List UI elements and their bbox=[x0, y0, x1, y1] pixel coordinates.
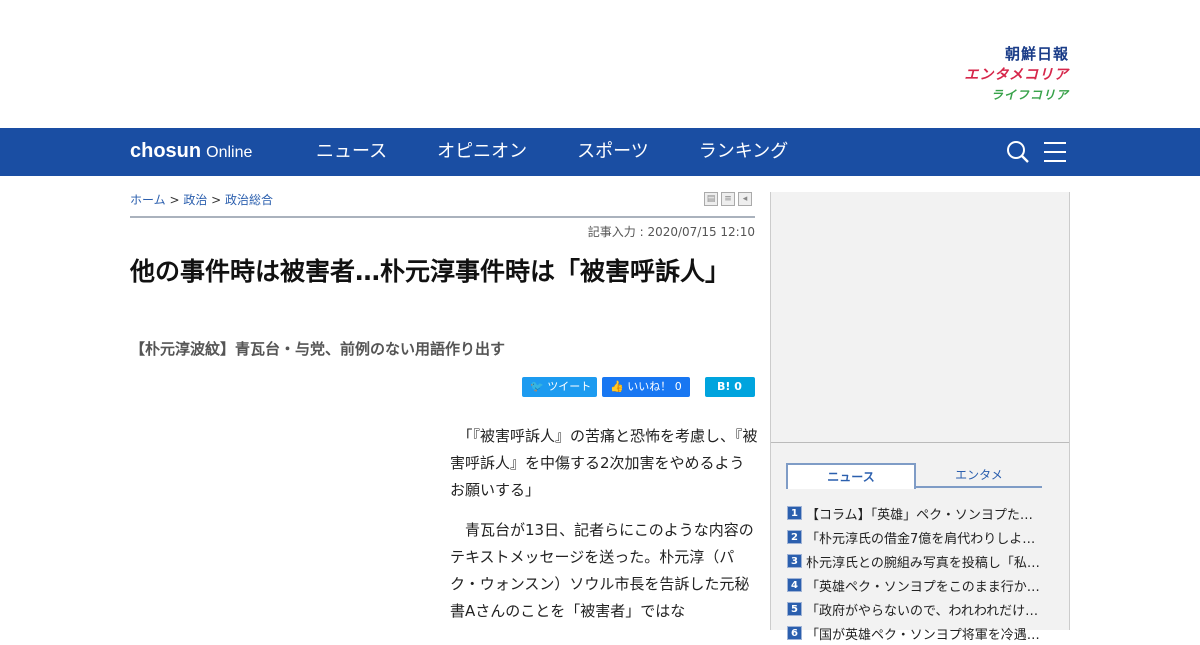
tweet-button[interactable]: 🐦 ツイート bbox=[522, 377, 597, 397]
nav-menu: ニュース オピニオン スポーツ ランキング bbox=[316, 128, 838, 176]
site-logo[interactable]: chosun Online bbox=[130, 128, 252, 176]
header-top: 朝鮮日報 エンタメコリア ライフコリア bbox=[0, 0, 1200, 128]
rank-number: 4 bbox=[787, 578, 802, 592]
rank-number: 6 bbox=[787, 626, 802, 640]
breadcrumb-section[interactable]: 政治 bbox=[183, 193, 207, 207]
sidebar: ニュース エンタメ 1 【コラム】「英雄」ペク・ソンヨプた… 2 「朴元淳氏の借金7… bbox=[770, 192, 1070, 643]
rank-number: 3 bbox=[787, 554, 802, 568]
ranking-item[interactable]: 6 「国が英雄ペク・ソンヨプ将軍を冷遇… bbox=[787, 621, 1052, 645]
text-icon[interactable]: ≡ bbox=[721, 192, 735, 206]
ranking-item[interactable]: 4 「英雄ペク・ソンヨプをこのまま行か… bbox=[787, 573, 1052, 597]
rank-title: 「国が英雄ペク・ソンヨプ将軍を冷遇… bbox=[806, 627, 1040, 643]
article-paragraph: 青瓦台が13日、記者らにこのような内容のテキストメッセージを送った。朴元淳（パク… bbox=[450, 521, 754, 620]
breadcrumb-sep: > bbox=[165, 193, 184, 207]
divider bbox=[130, 216, 755, 218]
tweet-label: ツイート bbox=[547, 380, 592, 393]
ranking-item[interactable]: 2 「朴元淳氏の借金7億を肩代わりしよ… bbox=[787, 525, 1052, 549]
brand-links: 朝鮮日報 エンタメコリア ライフコリア bbox=[929, 44, 1069, 104]
back-icon[interactable]: ◂ bbox=[738, 192, 752, 206]
rank-title: 【コラム】「英雄」ペク・ソンヨプた… bbox=[806, 507, 1033, 523]
rank-title: 「英雄ペク・ソンヨプをこのまま行か… bbox=[806, 579, 1040, 595]
article-title: 他の事件時は被害者…朴元淳事件時は「被害呼訴人」 bbox=[130, 257, 731, 286]
rank-number: 2 bbox=[787, 530, 802, 544]
article-tools: ▤ ≡ ◂ bbox=[704, 192, 752, 206]
logo-sub: Online bbox=[206, 144, 253, 161]
nav-item-sports[interactable]: スポーツ bbox=[577, 128, 649, 176]
hatena-button[interactable]: B! 0 bbox=[705, 377, 755, 397]
search-icon[interactable] bbox=[1006, 140, 1030, 164]
logo-main: chosun bbox=[130, 140, 202, 162]
article-date: 記事入力 : 2020/07/15 12:10 bbox=[587, 225, 755, 239]
ranking-item[interactable]: 3 朴元淳氏との腕組み写真を投稿し「私… bbox=[787, 549, 1052, 573]
nav-item-ranking[interactable]: ランキング bbox=[699, 128, 788, 176]
nav-item-opinion[interactable]: オピニオン bbox=[437, 128, 527, 176]
tab-news[interactable]: ニュース bbox=[786, 463, 916, 489]
breadcrumb-sep: > bbox=[207, 193, 226, 207]
rank-number: 5 bbox=[787, 602, 802, 616]
entame-korea-link[interactable]: エンタメコリア bbox=[929, 64, 1069, 86]
main-nav: chosun Online ニュース オピニオン スポーツ ランキング bbox=[0, 128, 1200, 176]
like-button[interactable]: 👍 いいね！ 0 bbox=[602, 377, 690, 397]
rank-title: 「政府がやらないので、われわれだけ… bbox=[806, 603, 1039, 619]
rank-number: 1 bbox=[787, 506, 802, 520]
sidebar-tabs: ニュース エンタメ bbox=[786, 463, 1042, 489]
rank-title: 朴元淳氏との腕組み写真を投稿し「私… bbox=[806, 555, 1040, 571]
like-label: いいね！ 0 bbox=[627, 380, 682, 393]
tab-entame[interactable]: エンタメ bbox=[916, 463, 1042, 488]
sidebar-divider bbox=[771, 442, 1069, 443]
chosun-ilbo-link[interactable]: 朝鮮日報 bbox=[929, 44, 1069, 64]
ranking-item[interactable]: 5 「政府がやらないので、われわれだけ… bbox=[787, 597, 1052, 621]
life-korea-link[interactable]: ライフコリア bbox=[929, 86, 1069, 104]
ranking-item[interactable]: 1 【コラム】「英雄」ペク・ソンヨプた… bbox=[787, 501, 1052, 525]
nav-item-news[interactable]: ニュース bbox=[316, 128, 387, 176]
print-icon[interactable]: ▤ bbox=[704, 192, 718, 206]
breadcrumb-subsection[interactable]: 政治総合 bbox=[225, 193, 273, 207]
hamburger-icon[interactable] bbox=[1044, 142, 1066, 162]
article-subtitle: 【朴元淳波紋】青瓦台・与党、前例のない用語作り出す bbox=[130, 340, 506, 358]
breadcrumb: ホーム > 政治 > 政治総合 bbox=[130, 191, 273, 208]
ranking-list: 1 【コラム】「英雄」ペク・ソンヨプた… 2 「朴元淳氏の借金7億を肩代わりしよ… … bbox=[787, 501, 1052, 645]
article-body: 「『被害呼訴人』の苦痛と恐怖を考慮し、『被害呼訴人』を中傷する2次加害をやめるよ… bbox=[450, 423, 758, 638]
article-paragraph: 「『被害呼訴人』の苦痛と恐怖を考慮し、『被害呼訴人』を中傷する2次加害をやめるよ… bbox=[450, 427, 758, 499]
breadcrumb-home[interactable]: ホーム bbox=[130, 193, 166, 207]
rank-title: 「朴元淳氏の借金7億を肩代わりしよ… bbox=[806, 531, 1036, 547]
